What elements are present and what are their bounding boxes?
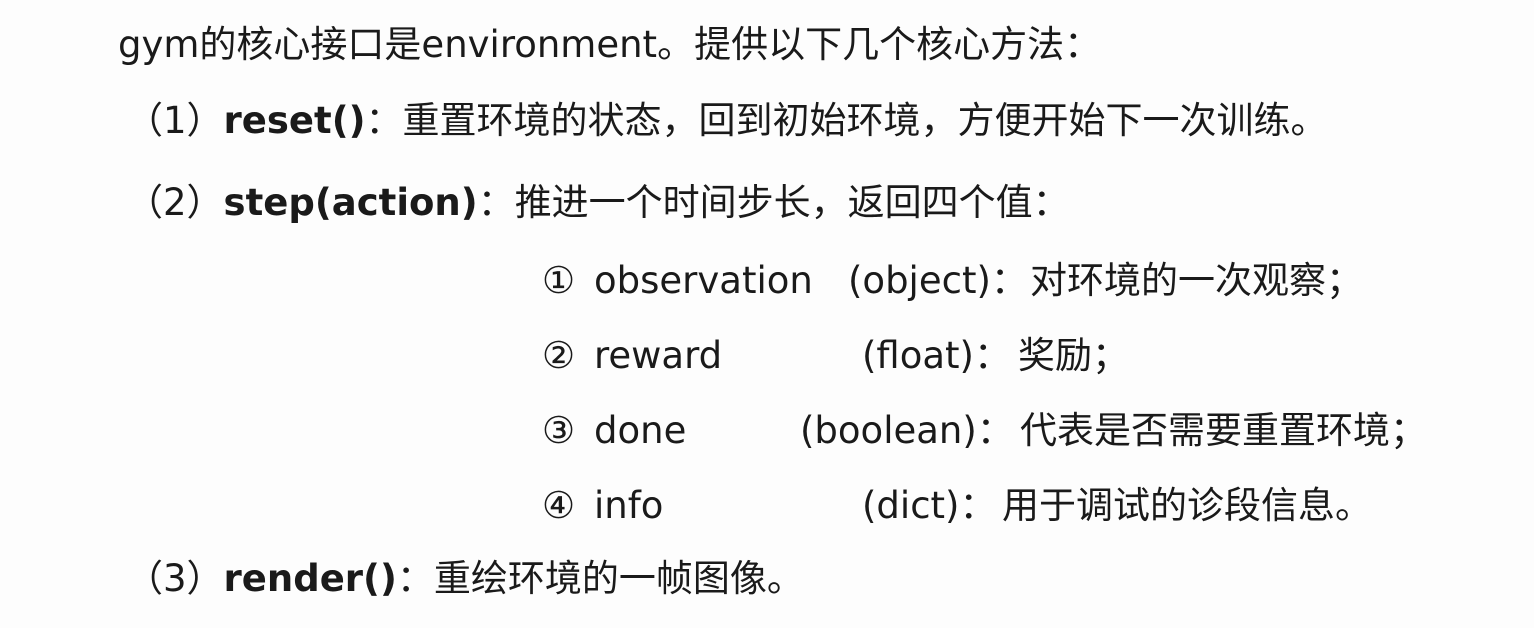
method-description: 推进一个时间步长，返回四个值：	[514, 181, 1070, 224]
return-type: (dict)：	[862, 484, 997, 527]
document-page: gym的核心接口是environment。提供以下几个核心方法： （1）rese…	[0, 0, 1534, 628]
method-name: render()	[223, 557, 397, 600]
method-description: 重绘环境的一帧图像。	[433, 557, 804, 600]
method-item-step: （2）step(action)：推进一个时间步长，返回四个值：	[126, 180, 1070, 226]
return-description: 对环境的一次观察；	[1030, 259, 1363, 302]
intro-text: gym的核心接口是environment。提供以下几个核心方法：	[118, 23, 1102, 66]
return-description: 用于调试的诊段信息。	[1002, 484, 1372, 527]
method-item-render: （3）render()：重绘环境的一帧图像。	[126, 556, 804, 602]
item-colon: ：	[365, 99, 403, 142]
item-colon: ：	[396, 557, 434, 600]
method-description: 重置环境的状态，回到初始环境，方便开始下一次训练。	[402, 99, 1328, 142]
method-item-reset: （1）reset()：重置环境的状态，回到初始环境，方便开始下一次训练。	[126, 98, 1328, 144]
item-colon: ：	[477, 181, 515, 224]
return-type: (boolean)：	[800, 409, 1014, 452]
return-type: (float)：	[862, 334, 1011, 377]
return-name: info	[594, 484, 664, 527]
return-name: observation	[594, 259, 813, 302]
method-name: reset()	[223, 99, 366, 142]
circled-number: ④	[542, 484, 576, 527]
method-name: step(action)	[223, 181, 478, 224]
return-type: (object)：	[848, 259, 1028, 302]
return-name: done	[594, 409, 687, 452]
circled-number: ②	[542, 334, 576, 377]
return-name: reward	[594, 334, 723, 377]
circled-number: ①	[542, 259, 576, 302]
return-description: 奖励；	[1018, 334, 1129, 377]
return-description: 代表是否需要重置环境；	[1020, 409, 1427, 452]
item-number: （1）	[126, 99, 224, 142]
circled-number: ③	[542, 409, 576, 452]
item-number: （3）	[126, 557, 224, 600]
item-number: （2）	[126, 181, 224, 224]
